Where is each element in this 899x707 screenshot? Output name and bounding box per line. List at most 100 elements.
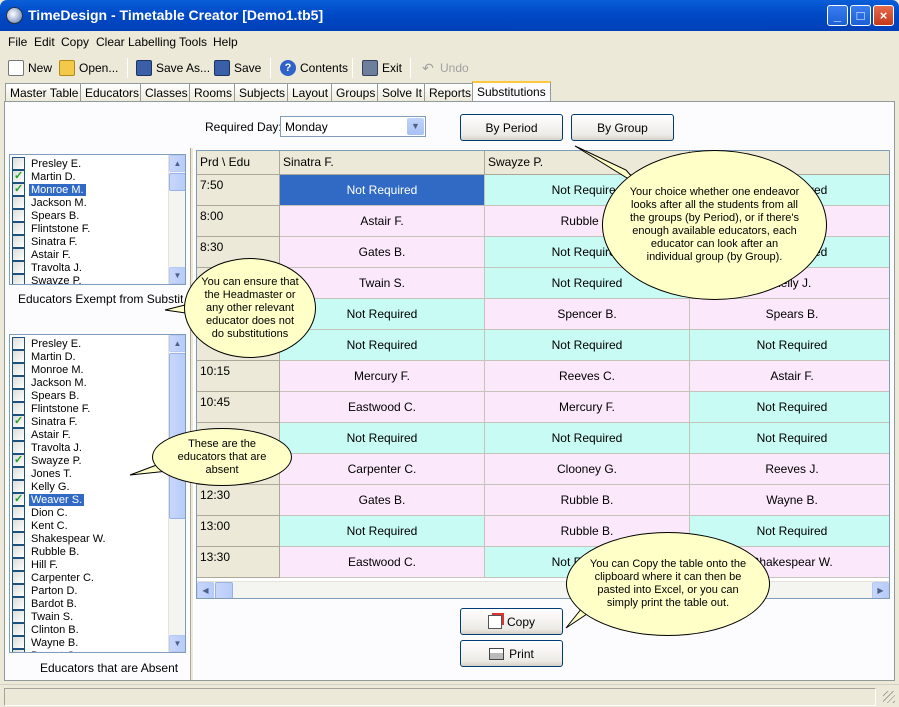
list-item[interactable]: Parton D. xyxy=(12,584,79,597)
checkbox[interactable] xyxy=(12,157,25,170)
minimize-button[interactable]: _ xyxy=(827,5,848,26)
table-cell[interactable]: Carpenter C. xyxy=(280,454,485,485)
column-header[interactable]: Sinatra F. xyxy=(280,151,485,175)
save-button[interactable]: Save xyxy=(214,58,261,78)
save-as-button[interactable]: Save As... xyxy=(136,58,210,78)
checkbox[interactable] xyxy=(12,545,25,558)
list-item[interactable]: Wayne B. xyxy=(12,636,80,649)
list-item[interactable]: Weaver S. xyxy=(12,492,86,507)
checkbox[interactable] xyxy=(12,235,25,248)
list-item[interactable]: Martin D. xyxy=(12,169,78,183)
checkbox[interactable] xyxy=(12,558,25,571)
scroll-up-icon[interactable]: ▲ xyxy=(169,335,185,352)
checkbox[interactable] xyxy=(12,610,25,623)
table-cell[interactable]: Wayne B. xyxy=(690,485,889,516)
table-cell[interactable]: Not Required xyxy=(280,175,485,206)
exempt-educators-list[interactable]: Swayze P. Travolta J. Astair F. Sinatra F. F… xyxy=(9,154,186,285)
open-button[interactable]: Open... xyxy=(59,58,118,78)
checkbox[interactable] xyxy=(12,480,25,493)
list-item[interactable]: Swayze P. xyxy=(12,453,84,467)
table-cell[interactable]: Not Required xyxy=(690,392,889,423)
list-item[interactable]: Sinatra F. xyxy=(12,235,79,248)
checkbox[interactable] xyxy=(12,248,25,261)
tab-solve-it[interactable]: Solve It xyxy=(377,83,428,102)
period-header[interactable]: 10:15 xyxy=(197,361,280,392)
period-header[interactable]: 10:45 xyxy=(197,392,280,423)
table-cell[interactable]: Clooney G. xyxy=(485,454,690,485)
checkbox[interactable] xyxy=(12,402,25,415)
scroll-thumb[interactable] xyxy=(169,173,185,191)
table-cell[interactable]: Not Required xyxy=(280,423,485,454)
table-cell[interactable]: Reeves C. xyxy=(485,361,690,392)
list-item[interactable]: Presley E. xyxy=(12,157,83,170)
list-item[interactable]: Kelly G. xyxy=(12,480,72,493)
tab-subjects[interactable]: Subjects xyxy=(234,83,291,102)
checkbox[interactable] xyxy=(12,209,25,222)
checkbox[interactable] xyxy=(12,196,25,209)
checkbox[interactable] xyxy=(12,492,25,506)
list-item[interactable]: Bogart G. xyxy=(12,649,80,652)
period-header[interactable]: 13:00 xyxy=(197,516,280,547)
tab-substitutions[interactable]: Substitutions xyxy=(472,81,551,102)
table-cell[interactable]: Gates B. xyxy=(280,485,485,516)
list-item[interactable]: Bardot B. xyxy=(12,597,79,610)
tab-layout[interactable]: Layout xyxy=(287,83,334,102)
exempt-list-scrollbar[interactable]: ▲ ▼ xyxy=(168,155,185,284)
table-cell[interactable]: Astair F. xyxy=(690,361,889,392)
checkbox[interactable] xyxy=(12,571,25,584)
checkbox[interactable] xyxy=(12,337,25,350)
table-cell[interactable]: Not Required xyxy=(280,516,485,547)
absent-list-scrollbar[interactable]: ▲ ▼ xyxy=(168,335,185,652)
list-item[interactable]: Rubble B. xyxy=(12,545,81,558)
tab-master-table[interactable]: Master Table xyxy=(5,83,84,102)
list-item[interactable]: Clinton B. xyxy=(12,623,81,636)
splitter[interactable] xyxy=(190,148,194,680)
period-header[interactable]: 12:30 xyxy=(197,485,280,516)
menu-tools[interactable]: Tools xyxy=(179,35,207,49)
table-cell[interactable]: Mercury F. xyxy=(485,392,690,423)
menu-copy[interactable]: Copy xyxy=(61,35,89,49)
list-item[interactable]: Monroe M. xyxy=(12,182,87,197)
list-item[interactable]: Spears B. xyxy=(12,389,81,402)
checkbox[interactable] xyxy=(12,584,25,597)
close-button[interactable]: × xyxy=(873,5,894,26)
chevron-down-icon[interactable]: ▼ xyxy=(407,118,424,135)
list-item[interactable]: Jackson M. xyxy=(12,376,89,389)
checkbox[interactable] xyxy=(12,597,25,610)
list-item[interactable]: Jones T. xyxy=(12,467,74,480)
checkbox[interactable] xyxy=(12,222,25,235)
tab-rooms[interactable]: Rooms xyxy=(189,83,238,102)
checkbox[interactable] xyxy=(12,389,25,402)
absent-educators-list[interactable]: Bogart G.Wayne B.Clinton B.Twain S.Bardo… xyxy=(9,334,186,653)
menu-help[interactable]: Help xyxy=(213,35,238,49)
table-cell[interactable]: Rubble B. xyxy=(485,485,690,516)
list-item[interactable]: Jackson M. xyxy=(12,196,89,209)
contents-button[interactable]: ? Contents xyxy=(280,58,348,78)
scroll-down-icon[interactable]: ▼ xyxy=(169,267,185,284)
list-item[interactable]: Astair F. xyxy=(12,428,73,441)
list-item[interactable]: Travolta J. xyxy=(12,261,84,274)
maximize-button[interactable]: □ xyxy=(850,5,871,26)
checkbox[interactable] xyxy=(12,428,25,441)
table-cell[interactable]: Mercury F. xyxy=(280,361,485,392)
list-item[interactable]: Spears B. xyxy=(12,209,81,222)
list-item[interactable]: Martin D. xyxy=(12,350,78,363)
menu-file[interactable]: File xyxy=(8,35,27,49)
checkbox[interactable] xyxy=(12,414,25,428)
list-item[interactable]: Dion C. xyxy=(12,506,70,519)
scroll-down-icon[interactable]: ▼ xyxy=(169,635,185,652)
tab-groups[interactable]: Groups xyxy=(331,83,381,102)
print-button[interactable]: Print xyxy=(460,640,563,667)
checkbox[interactable] xyxy=(12,636,25,649)
resize-grip-icon[interactable] xyxy=(883,691,895,703)
list-item[interactable]: Presley E. xyxy=(12,337,83,350)
scroll-right-icon[interactable]: ▶ xyxy=(872,582,889,598)
table-cell[interactable]: Reeves J. xyxy=(690,454,889,485)
exit-button[interactable]: Exit xyxy=(362,58,402,78)
scroll-up-icon[interactable]: ▲ xyxy=(169,155,185,172)
list-item[interactable]: Carpenter C. xyxy=(12,571,96,584)
table-cell[interactable]: Not Required xyxy=(280,330,485,361)
undo-button[interactable]: ↶ Undo xyxy=(420,58,469,78)
table-cell[interactable]: Not Required xyxy=(690,423,889,454)
list-item[interactable]: Swayze P. xyxy=(12,274,84,284)
